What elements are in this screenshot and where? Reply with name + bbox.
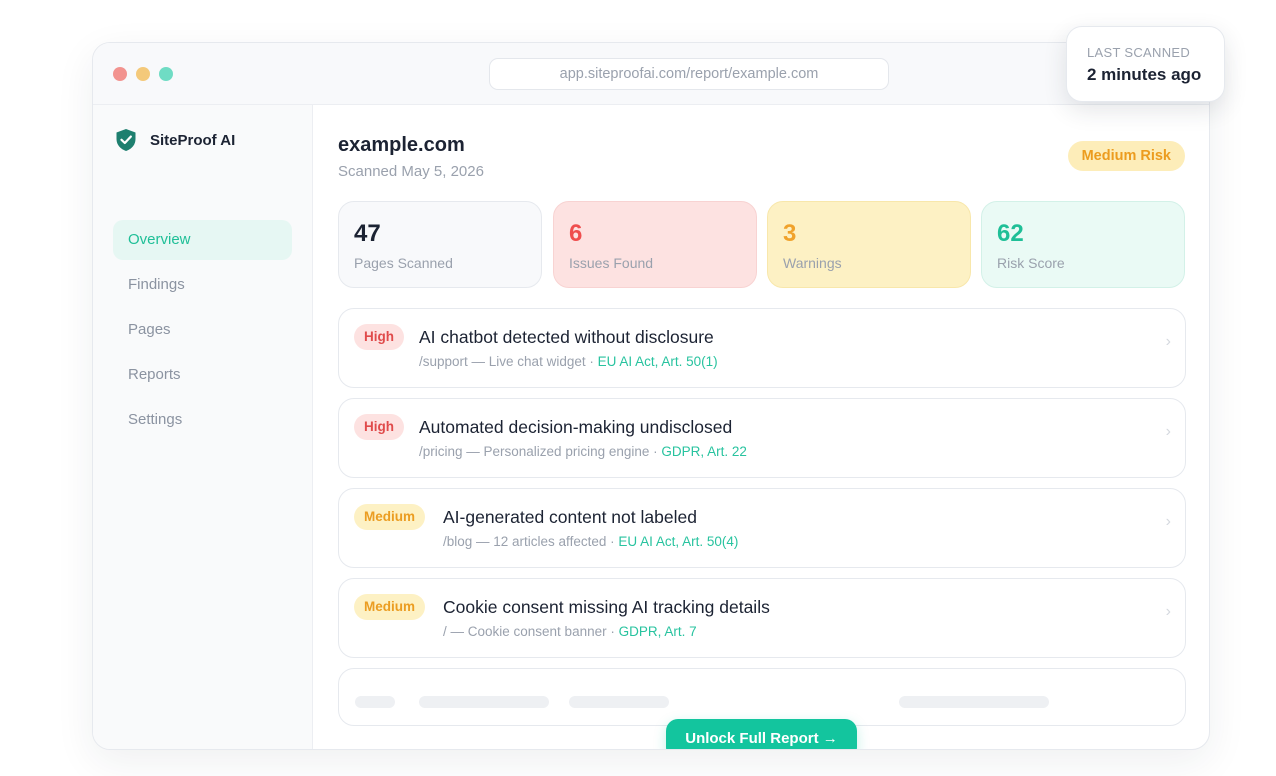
finding-title: Cookie consent missing AI tracking detai… bbox=[443, 597, 770, 617]
finding-location: /blog — 12 articles affected · bbox=[443, 534, 619, 549]
blurred-placeholder bbox=[899, 696, 1049, 708]
stat-value: 3 bbox=[783, 220, 797, 247]
finding-meta: / — Cookie consent banner · GDPR, Art. 7 bbox=[443, 624, 697, 639]
stat-label: Issues Found bbox=[569, 255, 654, 271]
regulation-ref: GDPR, Art. 7 bbox=[618, 624, 697, 639]
stat-label: Pages Scanned bbox=[354, 255, 453, 271]
chevron-right-icon: › bbox=[1165, 423, 1171, 440]
url-bar[interactable]: app.siteproofai.com/report/example.com bbox=[489, 58, 889, 90]
stat-value: 47 bbox=[354, 220, 381, 247]
finding-meta: /support — Live chat widget · EU AI Act,… bbox=[419, 354, 718, 369]
scan-date: Scanned May 5, 2026 bbox=[338, 163, 484, 180]
stat-value: 6 bbox=[569, 220, 583, 247]
finding-title: AI-generated content not labeled bbox=[443, 507, 697, 527]
stat-card-issues-found: 6 Issues Found bbox=[553, 201, 757, 288]
minimize-window-dot[interactable] bbox=[136, 67, 150, 81]
severity-badge: Medium bbox=[354, 594, 426, 620]
regulation-ref: EU AI Act, Art. 50(4) bbox=[618, 534, 739, 549]
stat-label: Warnings bbox=[783, 255, 842, 271]
finding-meta: /blog — 12 articles affected · EU AI Act… bbox=[443, 534, 738, 549]
finding-location: /pricing — Personalized pricing engine · bbox=[419, 444, 662, 459]
finding-title: Automated decision-making undisclosed bbox=[419, 417, 733, 437]
finding-location: /support — Live chat widget · bbox=[419, 354, 598, 369]
blurred-placeholder bbox=[419, 696, 549, 708]
chevron-right-icon: › bbox=[1165, 333, 1171, 350]
sidebar: SiteProof AI Overview Findings Pages Rep… bbox=[93, 105, 313, 749]
sidebar-item-pages[interactable]: Pages bbox=[113, 310, 292, 350]
blurred-placeholder bbox=[355, 696, 395, 708]
stat-label: Risk Score bbox=[997, 255, 1065, 271]
finding-location: / — Cookie consent banner · bbox=[443, 624, 619, 639]
last-scanned-label: LAST SCANNED bbox=[1087, 45, 1191, 60]
maximize-window-dot[interactable] bbox=[159, 67, 173, 81]
finding-row[interactable]: Medium Cookie consent missing AI trackin… bbox=[338, 578, 1186, 658]
finding-title: AI chatbot detected without disclosure bbox=[419, 327, 714, 347]
close-window-dot[interactable] bbox=[113, 67, 127, 81]
finding-row[interactable]: Medium AI-generated content not labeled … bbox=[338, 488, 1186, 568]
sidebar-item-overview[interactable]: Overview bbox=[113, 220, 292, 260]
finding-meta: /pricing — Personalized pricing engine ·… bbox=[419, 444, 747, 459]
locked-finding-row bbox=[338, 668, 1186, 726]
sidebar-item-findings[interactable]: Findings bbox=[113, 265, 292, 305]
sidebar-item-settings[interactable]: Settings bbox=[113, 400, 292, 440]
main-content: example.com Scanned May 5, 2026 Medium R… bbox=[314, 105, 1209, 749]
last-scanned-card: LAST SCANNED 2 minutes ago bbox=[1066, 26, 1225, 102]
app-window: app.siteproofai.com/report/example.com S… bbox=[92, 42, 1210, 750]
stat-card-risk-score: 62 Risk Score bbox=[981, 201, 1185, 288]
chevron-right-icon: › bbox=[1165, 603, 1171, 620]
severity-badge: Medium bbox=[354, 504, 426, 530]
stage: app.siteproofai.com/report/example.com S… bbox=[0, 0, 1276, 776]
severity-badge: High bbox=[354, 414, 404, 440]
unlock-full-report-button[interactable]: Unlock Full Report → bbox=[666, 719, 857, 749]
chevron-right-icon: › bbox=[1165, 513, 1171, 530]
finding-row[interactable]: High AI chatbot detected without disclos… bbox=[338, 308, 1186, 388]
regulation-ref: GDPR, Art. 22 bbox=[661, 444, 747, 459]
last-scanned-value: 2 minutes ago bbox=[1087, 65, 1202, 84]
brand[interactable]: SiteProof AI bbox=[115, 127, 235, 153]
blurred-placeholder bbox=[569, 696, 669, 708]
stat-card-warnings: 3 Warnings bbox=[767, 201, 971, 288]
regulation-ref: EU AI Act, Art. 50(1) bbox=[597, 354, 718, 369]
browser-titlebar: app.siteproofai.com/report/example.com bbox=[93, 43, 1209, 105]
severity-badge: High bbox=[354, 324, 404, 350]
stat-value: 62 bbox=[997, 220, 1024, 247]
stat-card-pages-scanned: 47 Pages Scanned bbox=[338, 201, 542, 288]
page-title: example.com bbox=[338, 134, 465, 156]
risk-badge: Medium Risk bbox=[1067, 141, 1185, 171]
shield-check-icon bbox=[116, 129, 136, 151]
brand-name: SiteProof AI bbox=[150, 131, 236, 149]
sidebar-item-reports[interactable]: Reports bbox=[113, 355, 292, 395]
finding-row[interactable]: High Automated decision-making undisclos… bbox=[338, 398, 1186, 478]
